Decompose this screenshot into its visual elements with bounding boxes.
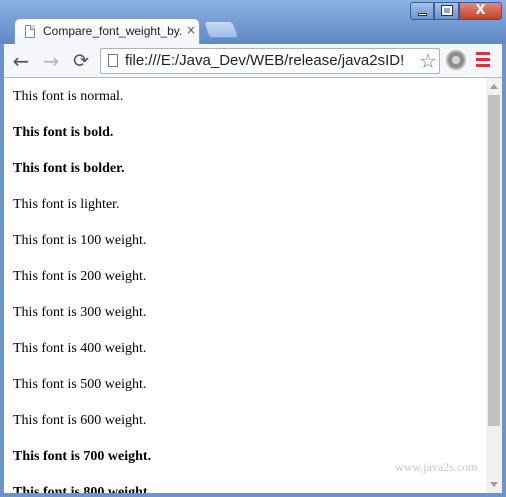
- address-bar[interactable]: file:///E:/Java_Dev/WEB/release/java2sID…: [100, 48, 440, 74]
- font-sample-line: This font is 300 weight.: [13, 305, 147, 320]
- maximize-button[interactable]: [434, 2, 459, 20]
- reload-button[interactable]: ⟳: [70, 50, 92, 72]
- font-sample-line: This font is normal.: [13, 89, 124, 104]
- menu-icon[interactable]: [476, 52, 490, 68]
- scroll-up-arrow-icon[interactable]: [490, 84, 498, 89]
- scroll-thumb[interactable]: [488, 95, 500, 426]
- font-sample-line: This font is 700 weight.: [13, 449, 152, 464]
- page-icon: [108, 54, 118, 67]
- minimize-button[interactable]: [410, 2, 434, 20]
- close-icon: X: [475, 3, 486, 18]
- font-sample-line: This font is bold.: [13, 125, 114, 140]
- page-content: This font is normal. This font is bold. Th…: [4, 78, 502, 493]
- tab-title: Compare_font_weight_by...: [43, 24, 183, 38]
- browser-toolbar: ← → ⟳ file:///E:/Java_Dev/WEB/release/ja…: [4, 44, 502, 78]
- menu-bar-line: [476, 58, 490, 61]
- font-sample-line: This font is 600 weight.: [13, 413, 147, 428]
- bookmark-star-icon[interactable]: ☆: [417, 49, 439, 73]
- browser-window: Compare_font_weight_by... × X ← → ⟳ file…: [0, 0, 506, 497]
- font-sample-line: This font is 200 weight.: [13, 269, 147, 284]
- font-sample-line: This font is lighter.: [13, 197, 120, 212]
- back-button[interactable]: ←: [10, 50, 32, 72]
- minimize-icon: [418, 13, 427, 16]
- menu-bar-line: [476, 64, 490, 67]
- menu-bar-line: [476, 52, 490, 55]
- font-sample-line: This font is bolder.: [13, 161, 125, 176]
- watermark: www.java2s.com: [395, 460, 478, 474]
- close-tab-icon[interactable]: ×: [185, 23, 197, 37]
- maximize-icon: [441, 5, 453, 16]
- font-sample-line: This font is 100 weight.: [13, 233, 147, 248]
- page-icon: [25, 25, 35, 38]
- font-sample-line: This font is 800 weight.: [13, 485, 152, 493]
- font-sample-line: This font is 500 weight.: [13, 377, 147, 392]
- scroll-down-arrow-icon[interactable]: [490, 482, 498, 487]
- forward-button[interactable]: →: [40, 50, 62, 72]
- new-tab-button[interactable]: [202, 21, 240, 38]
- extension-icon[interactable]: [446, 50, 466, 70]
- font-sample-line: This font is 400 weight.: [13, 341, 147, 356]
- title-bar: Compare_font_weight_by... × X: [0, 0, 506, 44]
- browser-tab[interactable]: Compare_font_weight_by... ×: [14, 18, 200, 44]
- close-window-button[interactable]: X: [459, 2, 502, 20]
- vertical-scrollbar[interactable]: [486, 78, 502, 493]
- url-text[interactable]: file:///E:/Java_Dev/WEB/release/java2sID…: [125, 51, 415, 71]
